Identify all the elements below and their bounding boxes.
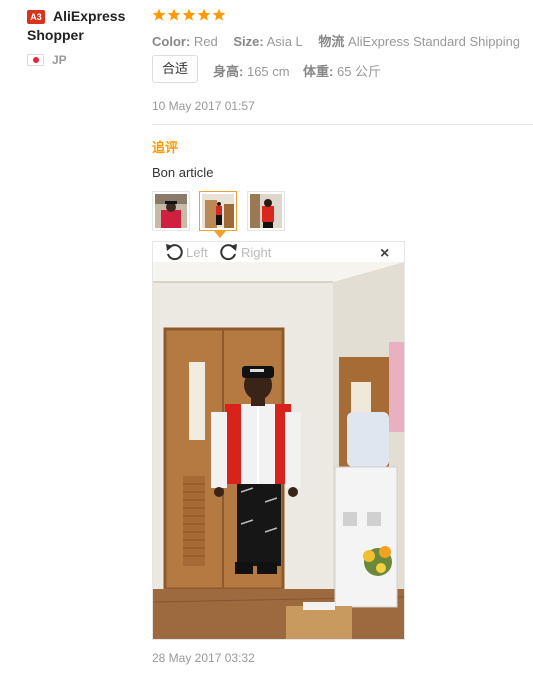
divider: [152, 124, 533, 125]
attr-shipping-label: 物流: [318, 34, 345, 49]
weight-label: 体重:: [303, 64, 334, 79]
photo-thumbnail-image: [155, 194, 187, 228]
rotate-left-button[interactable]: Left: [164, 241, 208, 263]
height-label: 身高:: [213, 64, 244, 79]
height-value: 165 cm: [246, 64, 290, 79]
level-badge: A3: [27, 10, 45, 24]
attr-color-value: Red: [193, 34, 218, 49]
review-photo[interactable]: [153, 262, 404, 639]
weight-value: 65 公斤: [336, 64, 382, 79]
star-icon: [212, 8, 226, 21]
followup-text: Bon article: [152, 165, 214, 180]
weight-info: 体重: 65 公斤: [303, 61, 381, 80]
rotate-left-icon: [166, 244, 183, 261]
rotate-right-button[interactable]: Right: [219, 241, 271, 263]
active-thumbnail-pointer: [214, 231, 226, 238]
attr-size-value: Asia L: [266, 34, 303, 49]
attr-shipping-value: AliExpress Standard Shipping: [348, 34, 521, 49]
product-attributes: Color: Red Size: Asia L 物流 AliExpress St…: [152, 31, 532, 50]
followup-title: 追评: [152, 140, 179, 155]
star-icon: [182, 8, 196, 21]
height-info: 身高: 165 cm: [213, 61, 290, 80]
followup-date: 28 May 2017 03:32: [152, 651, 255, 665]
attr-color-label: Color:: [152, 34, 191, 49]
rotate-right-icon: [220, 244, 237, 261]
photo-thumbnail-image: [250, 194, 282, 228]
star-icon: [152, 8, 166, 21]
japan-flag-icon: [27, 54, 44, 66]
reviewer-country: JP: [52, 53, 67, 67]
star-rating: [152, 8, 226, 22]
reviewer-name-line2[interactable]: Shopper: [27, 26, 84, 44]
star-icon: [197, 8, 211, 21]
star-icon: [167, 8, 181, 21]
fit-badge: 合适: [152, 55, 199, 83]
close-viewer-button[interactable]: ×: [380, 244, 389, 264]
rotate-right-label: Right: [241, 244, 272, 260]
photo-thumbnail-1[interactable]: [152, 191, 190, 231]
reviewer-name[interactable]: AliExpress: [53, 7, 125, 25]
review-date: 10 May 2017 01:57: [152, 99, 255, 113]
photo-thumbnail-3[interactable]: [247, 191, 285, 231]
photo-thumbnail-image: [202, 194, 234, 228]
attr-size-label: Size:: [233, 34, 264, 49]
rotate-left-label: Left: [186, 244, 208, 260]
photo-thumbnail-2[interactable]: [199, 191, 237, 231]
